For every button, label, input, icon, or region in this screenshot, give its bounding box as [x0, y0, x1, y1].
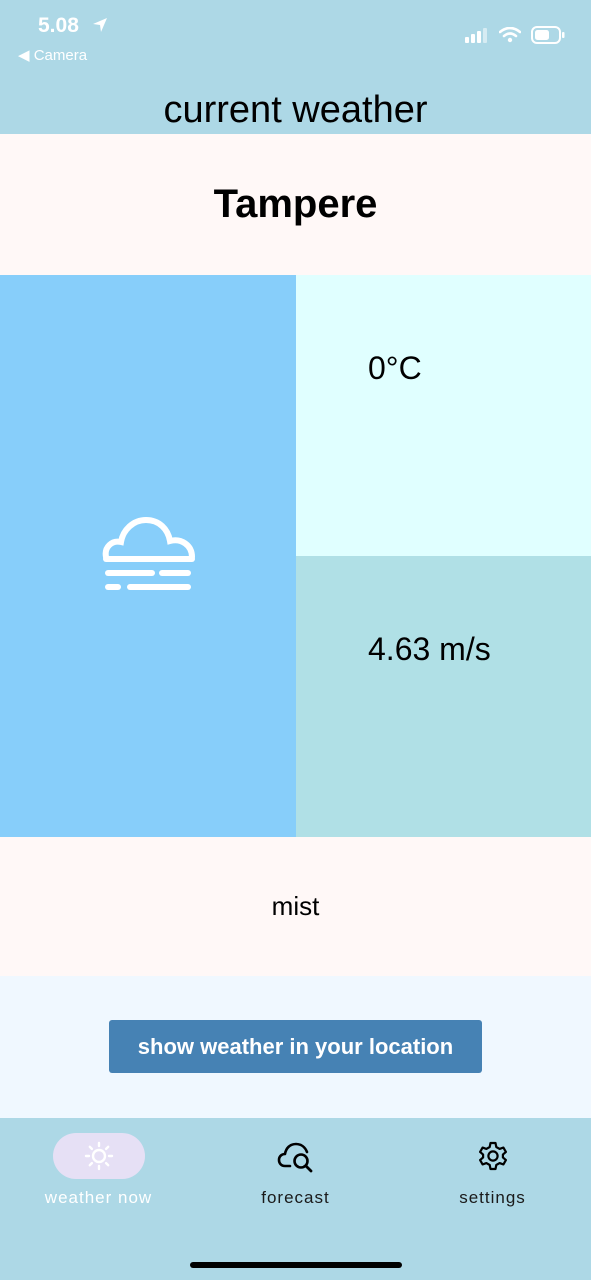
tab-label: forecast [261, 1188, 330, 1207]
active-tab-indicator [52, 1133, 145, 1179]
signal-icon [465, 28, 487, 43]
show-location-weather-button[interactable]: show weather in your location [109, 1020, 482, 1073]
app-header: current weather [0, 80, 591, 135]
back-to-camera-link[interactable]: ◀ Camera [18, 46, 87, 64]
location-arrow-icon [93, 18, 107, 32]
status-time: 5.08 [38, 14, 79, 37]
sun-icon [84, 1141, 113, 1171]
action-panel: show weather in your location [0, 976, 591, 1118]
gear-icon [478, 1141, 507, 1171]
fog-cloud-icon [102, 516, 195, 590]
description-panel: mist [0, 837, 591, 976]
status-bar: 5.08 ◀ Camera [0, 0, 591, 70]
tab-bar: weather now forecast settings [0, 1118, 591, 1280]
home-indicator[interactable] [190, 1262, 402, 1268]
tab-weather-now[interactable]: weather now [0, 1133, 197, 1208]
battery-icon [531, 26, 565, 44]
temperature-value: 0°C [368, 350, 422, 386]
city-panel: Tampere [0, 134, 591, 275]
tab-label: weather now [44, 1188, 153, 1207]
tab-forecast[interactable]: forecast [197, 1133, 394, 1208]
wind-panel: 4.63 m/s [296, 556, 591, 837]
wifi-icon [499, 27, 521, 43]
page-title: current weather [163, 89, 428, 131]
wind-speed-value: 4.63 m/s [368, 631, 491, 667]
tab-settings[interactable]: settings [394, 1133, 591, 1208]
tab-label: settings [459, 1188, 526, 1207]
temperature-panel: 0°C [296, 275, 591, 556]
weather-description: mist [271, 891, 320, 921]
weather-icon-panel [0, 275, 296, 837]
city-name: Tampere [213, 182, 378, 226]
status-icons [465, 26, 565, 44]
cloud-search-icon [277, 1142, 312, 1173]
